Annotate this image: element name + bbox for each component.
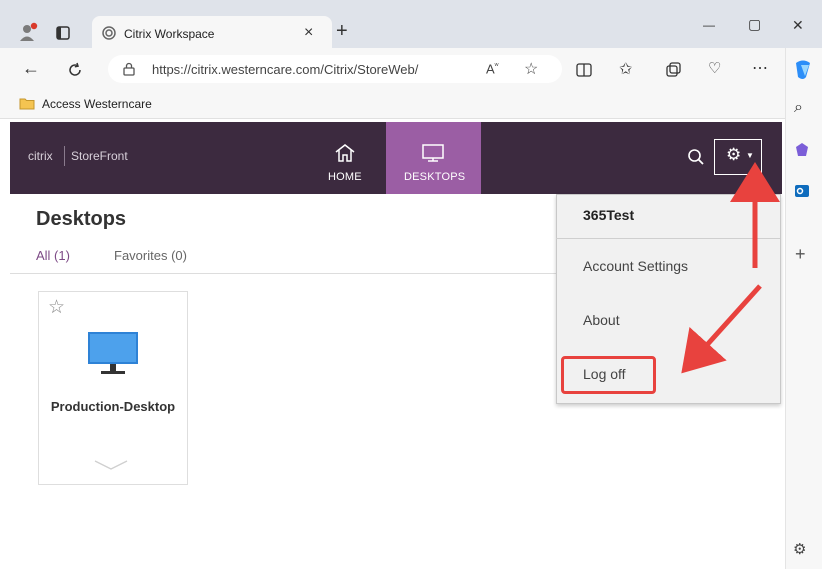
lock-icon[interactable]: [121, 61, 137, 77]
citrix-favicon-icon: [101, 25, 117, 41]
extensions-sidebar-icon[interactable]: [792, 140, 812, 160]
filter-all[interactable]: All (1): [36, 248, 70, 263]
refresh-icon[interactable]: [64, 59, 86, 81]
log-off-highlight-box: [561, 356, 656, 394]
desktop-card[interactable]: [38, 291, 188, 485]
search-icon[interactable]: [685, 146, 707, 168]
url-text[interactable]: https://citrix.westerncare.com/Citrix/St…: [152, 62, 418, 77]
tab-close-button[interactable]: ×: [304, 24, 313, 42]
split-screen-icon[interactable]: [574, 60, 594, 80]
tab-actions-icon[interactable]: [52, 22, 74, 44]
storefront-product-name: StoreFront: [71, 149, 128, 163]
more-menu-icon[interactable]: ⋯: [752, 58, 768, 78]
folder-icon: [18, 96, 36, 110]
collections-icon[interactable]: [663, 60, 683, 80]
health-icon[interactable]: ♡: [708, 59, 721, 77]
favorites-bar-item[interactable]: Access Westerncare: [42, 97, 152, 111]
profile-icon[interactable]: [16, 20, 40, 44]
outlook-sidebar-icon[interactable]: [792, 181, 812, 201]
add-sidebar-icon[interactable]: +: [795, 244, 806, 265]
filter-divider: [10, 273, 566, 274]
back-icon[interactable]: ←: [22, 58, 40, 79]
monitor-icon: [86, 330, 140, 376]
home-icon: [333, 142, 357, 164]
citrix-logo: citrix: [28, 149, 53, 163]
desktop-nav-icon: [420, 142, 446, 164]
user-menu-divider: [556, 238, 780, 239]
menu-item-about[interactable]: About: [583, 312, 620, 328]
close-window-button[interactable]: ✕: [792, 17, 804, 34]
nav-home-label: HOME: [328, 171, 362, 183]
new-tab-button[interactable]: +: [336, 20, 348, 43]
nav-desktops-label: DESKTOPS: [404, 171, 466, 183]
sidebar-settings-icon[interactable]: ⚙: [793, 540, 806, 558]
favorites-icon[interactable]: ✩: [619, 59, 632, 79]
page-title: Desktops: [36, 208, 127, 230]
favorite-star-toggle-icon[interactable]: ☆: [48, 296, 65, 319]
read-aloud-icon[interactable]: Aʷ: [486, 61, 499, 76]
minimize-button[interactable]: —: [703, 18, 715, 32]
desktop-name[interactable]: Production-Desktop: [38, 399, 188, 414]
maximize-button[interactable]: ▢: [748, 16, 761, 33]
card-expand-chevron-icon[interactable]: [92, 458, 130, 472]
copilot-icon[interactable]: [791, 58, 815, 82]
chevron-down-icon: ▼: [746, 151, 754, 160]
tab-title: Citrix Workspace: [124, 27, 215, 41]
logo-divider: [64, 146, 65, 166]
edge-sidebar: [785, 48, 822, 569]
menu-item-account-settings[interactable]: Account Settings: [583, 258, 688, 274]
gear-icon: ⚙: [726, 145, 742, 164]
filter-favorites[interactable]: Favorites (0): [114, 248, 187, 263]
favorite-star-icon[interactable]: ☆: [524, 59, 538, 79]
search-sidebar-icon[interactable]: ⌕: [794, 99, 803, 117]
user-menu-username: 365Test: [583, 207, 635, 223]
